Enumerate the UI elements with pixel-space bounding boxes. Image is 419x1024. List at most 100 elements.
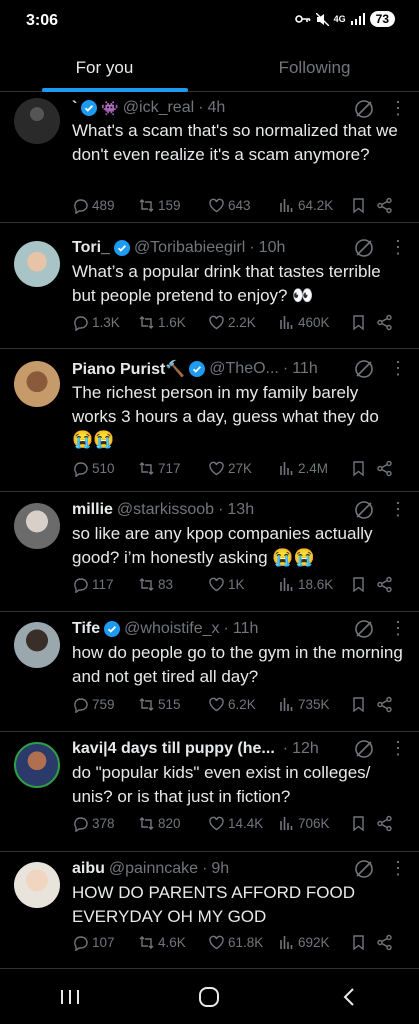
grok-icon[interactable] [353,499,375,521]
avatar[interactable] [14,241,60,287]
post-time[interactable]: 10h [259,239,286,257]
views-button[interactable]: 692K [278,934,350,951]
like-button[interactable]: 14.4K [208,815,278,832]
more-options-icon[interactable]: ⋮ [389,499,407,519]
share-button[interactable] [376,460,396,477]
author-handle[interactable]: @whoistife_x [124,620,219,638]
post-time[interactable]: 13h [227,501,254,519]
more-options-icon[interactable]: ⋮ [389,858,407,878]
grok-icon[interactable] [353,237,375,259]
more-options-icon[interactable]: ⋮ [389,98,407,118]
share-button[interactable] [376,815,396,832]
post[interactable]: Piano Purist🔨 @TheO... · 11h ⋮ The riche… [0,349,419,492]
post-time[interactable]: 9h [211,860,229,878]
repost-button[interactable]: 159 [138,197,208,214]
views-button[interactable]: 706K [278,815,350,832]
share-button[interactable] [376,696,396,713]
author-name[interactable]: aibu [72,860,105,878]
post[interactable]: kavi|4 days till puppy (he... · 12h ⋮ do… [0,732,419,852]
bookmark-button[interactable] [350,934,376,951]
author-handle[interactable]: @painncake [109,860,198,878]
grok-icon[interactable] [353,738,375,760]
avatar[interactable] [14,742,60,788]
like-button[interactable]: 2.2K [208,314,278,331]
more-options-icon[interactable]: ⋮ [389,358,407,378]
author-name[interactable]: Piano Purist🔨 [72,359,185,379]
reply-button[interactable]: 117 [72,576,138,593]
grok-icon[interactable] [353,358,375,380]
views-button[interactable]: 2.4M [278,460,350,477]
signal-icon [350,13,365,25]
bookmark-button[interactable] [350,314,376,331]
like-button[interactable]: 6.2K [208,696,278,713]
grok-icon[interactable] [353,618,375,640]
reply-button[interactable]: 489 [72,197,138,214]
share-button[interactable] [376,197,396,214]
author-handle[interactable]: @ick_real [123,99,194,117]
reply-button[interactable]: 1.3K [72,314,138,331]
author-name[interactable]: kavi|4 days till puppy (he... [72,740,275,758]
repost-button[interactable]: 515 [138,696,208,713]
back-button[interactable] [319,977,379,1017]
grok-icon[interactable] [353,858,375,880]
avatar[interactable] [14,862,60,908]
avatar[interactable] [14,503,60,549]
views-button[interactable]: 735K [278,696,350,713]
timeline-feed[interactable]: ` 👾 @ick_real · 4h ⋮ What's a scam that'… [0,93,419,969]
post[interactable]: aibu @painncake · 9h ⋮ HOW DO PARENTS AF… [0,852,419,969]
bookmark-button[interactable] [350,576,376,593]
share-button[interactable] [376,314,396,331]
bookmark-button[interactable] [350,815,376,832]
reply-button[interactable]: 510 [72,460,138,477]
author-handle[interactable]: @TheO... [209,360,279,378]
repost-button[interactable]: 717 [138,460,208,477]
more-options-icon[interactable]: ⋮ [389,618,407,638]
avatar[interactable] [14,622,60,668]
like-button[interactable]: 27K [208,460,278,477]
author-handle[interactable]: @Toribabieegirl [134,239,245,257]
post[interactable]: Tife @whoistife_x · 11h ⋮ how do people … [0,612,419,732]
bookmark-button[interactable] [350,696,376,713]
author-handle[interactable]: @starkissoob [117,501,214,519]
reply-count: 117 [92,576,114,592]
bookmark-button[interactable] [350,197,376,214]
post-time[interactable]: 11h [233,620,259,638]
tab-following[interactable]: Following [210,44,419,92]
post[interactable]: ` 👾 @ick_real · 4h ⋮ What's a scam that'… [0,93,419,223]
post-time[interactable]: 12h [292,740,319,758]
views-button[interactable]: 18.6K [278,576,350,593]
post-time[interactable]: 11h [292,360,318,378]
repost-button[interactable]: 4.6K [138,934,208,951]
like-button[interactable]: 61.8K [208,934,278,951]
grok-icon[interactable] [353,98,375,120]
reply-button[interactable]: 759 [72,696,138,713]
author-name[interactable]: millie [72,501,113,519]
more-options-icon[interactable]: ⋮ [389,738,407,758]
views-button[interactable]: 64.2K [278,197,350,214]
post[interactable]: Tori_ @Toribabieegirl · 10h ⋮ What’s a p… [0,223,419,349]
reply-button[interactable]: 107 [72,934,138,951]
bookmark-icon [353,576,364,592]
share-button[interactable] [376,934,396,951]
avatar[interactable] [14,361,60,407]
home-button[interactable] [179,977,239,1017]
views-button[interactable]: 460K [278,314,350,331]
repost-button[interactable]: 1.6K [138,314,208,331]
author-name[interactable]: Tori_ [72,239,110,257]
repost-icon [139,577,154,591]
author-name[interactable]: ` [72,99,77,117]
bookmark-button[interactable] [350,460,376,477]
recent-apps-button[interactable] [40,977,100,1017]
author-name[interactable]: Tife [72,620,100,638]
post[interactable]: millie @starkissoob · 13h ⋮ so like are … [0,492,419,612]
tab-for-you[interactable]: For you [0,44,209,92]
reply-button[interactable]: 378 [72,815,138,832]
share-button[interactable] [376,576,396,593]
like-button[interactable]: 1K [208,576,278,593]
repost-button[interactable]: 83 [138,576,208,593]
post-time[interactable]: 4h [207,99,225,117]
avatar[interactable] [14,98,60,144]
like-button[interactable]: 643 [208,197,278,214]
more-options-icon[interactable]: ⋮ [389,237,407,257]
repost-button[interactable]: 820 [138,815,208,832]
